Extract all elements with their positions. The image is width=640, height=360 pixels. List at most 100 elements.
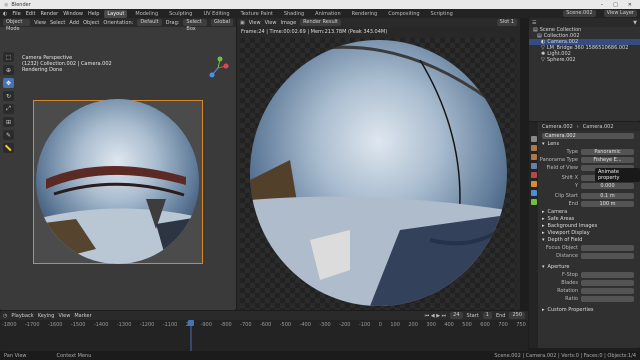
3d-viewport[interactable]: Object Mode View Select Add Object Orien…	[0, 18, 236, 310]
ruler-tick-label: -1200	[139, 322, 155, 328]
navigation-gizmo-icon[interactable]	[206, 56, 230, 80]
tab-animation[interactable]: Animation	[312, 10, 344, 18]
camera-data-name-field[interactable]: Camera.002	[542, 132, 634, 139]
end-frame-field[interactable]: 250	[509, 312, 525, 319]
menu-window[interactable]: Window	[63, 11, 83, 17]
minimize-icon[interactable]: –	[601, 2, 604, 8]
tab-modeling[interactable]: Modeling	[132, 10, 161, 18]
output-tab-icon[interactable]	[530, 154, 537, 160]
image-menu-image[interactable]: Image	[280, 20, 296, 26]
slot-selector[interactable]: Slot 1	[496, 19, 517, 26]
play-controls-icon[interactable]: ⏮ ◀ ▶ ⏭	[425, 313, 446, 319]
select-tool-icon[interactable]: ⬚	[3, 52, 14, 62]
close-icon[interactable]: ✕	[628, 2, 632, 8]
focus-object-field[interactable]	[581, 244, 634, 251]
timeline-panel[interactable]: ◷ Playback Keying View Marker ⏮ ◀ ▶ ⏭ 24…	[0, 311, 528, 351]
section-label: Custom Properties	[547, 306, 594, 313]
scene-tab-icon[interactable]	[530, 163, 537, 169]
background-images-section-header[interactable]: ▸ Background Images	[539, 222, 640, 229]
menu-render[interactable]: Render	[40, 11, 58, 17]
timeline-menu-playback[interactable]: Playback	[11, 313, 33, 319]
camera-frame	[33, 99, 203, 264]
filter-icon[interactable]: ▼	[633, 20, 637, 26]
timeline-editor-icon[interactable]: ◷	[3, 313, 7, 319]
tab-shading[interactable]: Shading	[281, 10, 307, 18]
viewport-menu-view[interactable]: View	[34, 20, 46, 26]
tab-uv-editing[interactable]: UV Editing	[200, 10, 232, 18]
viewport-menu-add[interactable]: Add	[69, 20, 79, 26]
cursor-tool-icon[interactable]: ⊕	[3, 65, 14, 75]
menu-file[interactable]: File	[12, 11, 20, 17]
editor-type-icon[interactable]: ▣	[240, 20, 245, 26]
safe-areas-section-header[interactable]: ▸ Safe Areas	[539, 215, 640, 222]
custom-properties-section-header[interactable]: ▸ Custom Properties	[539, 306, 640, 313]
image-menu-view[interactable]: View	[249, 20, 261, 26]
tab-scripting[interactable]: Scripting	[428, 10, 456, 18]
focus-distance-label: Distance	[556, 252, 578, 259]
current-frame-field[interactable]: 24	[450, 312, 463, 319]
aperture-section-header[interactable]: ▾ Aperture	[539, 263, 640, 270]
object-mode-dropdown[interactable]: Object Mode	[3, 19, 31, 32]
viewport-display-section-header[interactable]: ▸ Viewport Display	[539, 229, 640, 236]
blender-menu-icon[interactable]: ◐	[3, 11, 7, 17]
panorama-type-dropdown[interactable]: Fisheye E...	[581, 156, 634, 163]
image-selector[interactable]: Render Result	[300, 19, 341, 26]
timeline-menu-keying[interactable]: Keying	[38, 313, 55, 319]
section-label: Camera	[547, 208, 568, 215]
clip-end-field[interactable]: 100 m	[581, 200, 634, 207]
ratio-field[interactable]	[581, 295, 634, 302]
shift-y-field[interactable]: 0.000	[581, 182, 634, 189]
drag-dropdown[interactable]: Select Box	[183, 19, 208, 32]
timeline-menu-marker[interactable]: Marker	[74, 313, 91, 319]
measure-tool-icon[interactable]: 📏	[3, 143, 14, 153]
start-frame-field[interactable]: 1	[482, 312, 492, 319]
scale-tool-icon[interactable]: ⤢	[3, 104, 14, 114]
rotation-field[interactable]	[581, 287, 634, 294]
blades-field[interactable]	[581, 279, 634, 286]
camera-section-header[interactable]: ▸ Camera	[539, 208, 640, 215]
viewport-info-overlay: Camera Perspective (1232) Collection.002…	[22, 55, 112, 73]
camera-data-tab-icon[interactable]	[530, 199, 537, 205]
tool-tab-icon[interactable]	[530, 136, 537, 142]
field-of-view-label: Field of View	[546, 164, 578, 171]
image-menu-view2[interactable]: View	[265, 20, 277, 26]
annotate-tool-icon[interactable]: ✎	[3, 130, 14, 140]
constraints-tab-icon[interactable]	[530, 190, 537, 196]
object-tab-icon[interactable]	[530, 181, 537, 187]
tab-compositing[interactable]: Compositing	[385, 10, 422, 18]
rotate-tool-icon[interactable]: ↻	[3, 91, 14, 101]
menu-help[interactable]: Help	[88, 11, 99, 17]
clip-start-field[interactable]: 0.1 m	[581, 192, 634, 199]
timeline-menu-view[interactable]: View	[58, 313, 70, 319]
viewport-menu-select[interactable]: Select	[50, 20, 65, 26]
outliner-editor-icon[interactable]: ☰	[532, 20, 536, 26]
image-editor-render-view[interactable]: ▣ View View Image Render Result Slot 1 F…	[237, 18, 520, 310]
focus-distance-field[interactable]	[581, 252, 634, 259]
outliner-row-sphere[interactable]: ▽ Sphere.002	[529, 57, 640, 63]
top-menu-bar: ◐ File Edit Render Window Help Layout Mo…	[0, 9, 640, 18]
tab-layout[interactable]: Layout	[104, 9, 128, 18]
depth-of-field-section-header[interactable]: ▾ Depth of Field	[539, 236, 640, 243]
tab-sculpting[interactable]: Sculpting	[166, 10, 195, 18]
playhead-marker[interactable]	[188, 320, 194, 351]
view-layer-selector[interactable]: View Layer	[603, 10, 637, 17]
render-tab-icon[interactable]	[530, 145, 537, 151]
maximize-icon[interactable]: □	[613, 2, 618, 8]
world-tab-icon[interactable]	[530, 172, 537, 178]
orientation-dropdown[interactable]: Default	[137, 19, 162, 26]
viewport-menu-object[interactable]: Object	[83, 20, 99, 26]
scene-selector[interactable]: Scene.002	[563, 10, 596, 17]
transform-tool-icon[interactable]: ⊞	[3, 117, 14, 127]
move-tool-icon[interactable]: ✥	[3, 78, 14, 88]
section-label: Depth of Field	[547, 236, 583, 243]
tab-texture-paint[interactable]: Texture Paint	[238, 10, 276, 18]
blender-logo-icon: ●	[4, 1, 9, 8]
lens-section-header[interactable]: ▾ Lens	[539, 140, 640, 147]
timeline-ruler[interactable]: -1800 -1700 -1600 -1500 -1400 -1300 -1200 -1100…	[2, 322, 526, 328]
fstop-field[interactable]	[581, 271, 634, 278]
ruler-tick-label: -900	[200, 322, 212, 328]
transform-orientation-dropdown[interactable]: Global	[211, 19, 233, 26]
camera-type-dropdown[interactable]: Panoramic	[581, 148, 634, 155]
menu-edit[interactable]: Edit	[26, 11, 36, 17]
tab-rendering[interactable]: Rendering	[349, 10, 381, 18]
